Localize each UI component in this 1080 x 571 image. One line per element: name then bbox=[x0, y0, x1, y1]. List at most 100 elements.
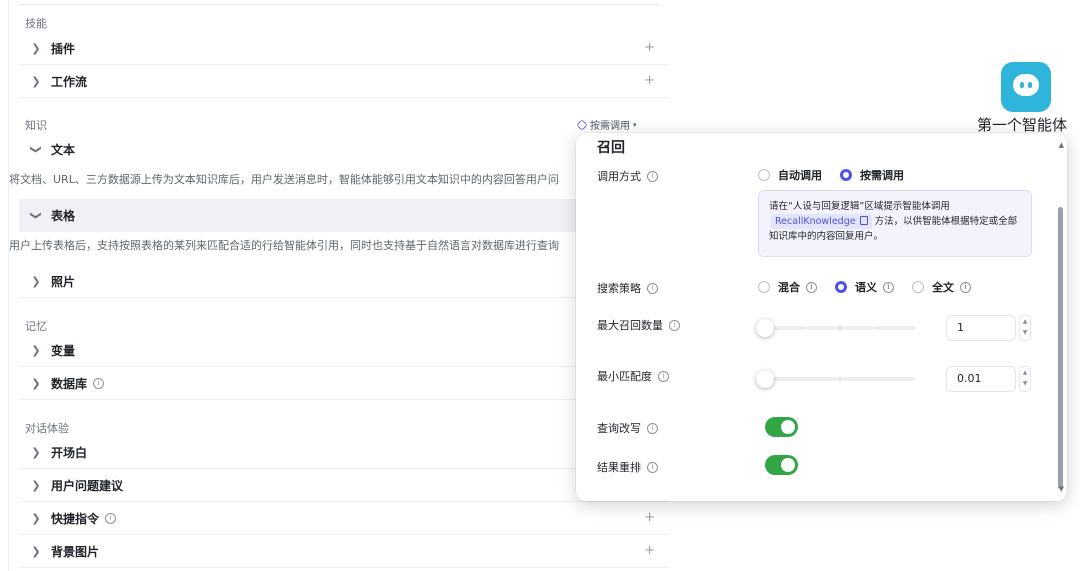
chevron-right-icon: ❯ bbox=[31, 445, 41, 459]
add-background-icon[interactable]: + bbox=[644, 544, 655, 557]
section-skills-label: 技能 bbox=[25, 17, 47, 30]
row-plugin-label: 插件 bbox=[51, 41, 76, 56]
row-suggest-label: 用户问题建议 bbox=[51, 478, 124, 493]
max-recall-label-text: 最大召回数量 bbox=[597, 319, 663, 332]
chevron-right-icon: ❯ bbox=[31, 74, 41, 88]
radio-semantic-label: 语义 bbox=[855, 281, 877, 294]
min-match-input[interactable]: 0.01 bbox=[946, 366, 1016, 392]
query-rewrite-label-text: 查询改写 bbox=[597, 422, 641, 435]
row-database[interactable]: ❯ 数据库 i bbox=[19, 367, 669, 400]
add-plugin-icon[interactable]: + bbox=[644, 41, 655, 54]
row-database-label: 数据库 bbox=[51, 376, 88, 391]
min-match-label: 最小匹配度 i bbox=[597, 368, 669, 384]
slider-handle[interactable] bbox=[756, 370, 774, 388]
radio-semantic[interactable]: 语义 i bbox=[835, 279, 894, 295]
max-recall-slider[interactable] bbox=[756, 319, 915, 337]
recall-settings-popup: 召回 调用方式 i 自动调用 按需调用 请在“人设与回复逻辑”区域提示智能体调用… bbox=[576, 133, 1067, 501]
call-mode-icon bbox=[576, 118, 588, 131]
info-icon[interactable]: i bbox=[647, 461, 658, 473]
popup-title: 召回 bbox=[597, 140, 625, 156]
info-icon[interactable]: i bbox=[883, 281, 894, 293]
chevron-right-icon: ❯ bbox=[31, 478, 41, 492]
scroll-down-icon[interactable]: ▼ bbox=[1059, 485, 1064, 493]
radio-hybrid[interactable]: 混合 i bbox=[758, 279, 817, 295]
copy-icon[interactable] bbox=[859, 216, 868, 225]
radio-fulltext[interactable]: 全文 i bbox=[912, 279, 971, 295]
query-rewrite-label: 查询改写 i bbox=[597, 420, 658, 436]
info-icon[interactable]: i bbox=[658, 370, 669, 382]
row-table[interactable]: ❯ 表格 bbox=[19, 199, 669, 232]
result-rerank-toggle[interactable] bbox=[765, 455, 798, 475]
info-icon[interactable]: i bbox=[647, 422, 658, 434]
section-knowledge-label: 知识 bbox=[25, 119, 47, 132]
max-recall-stepper[interactable]: ▲ ▼ bbox=[1019, 315, 1031, 341]
row-variable[interactable]: ❯ 变量 bbox=[19, 334, 669, 367]
caret-down-icon: ▾ bbox=[633, 120, 637, 129]
row-background-label: 背景图片 bbox=[51, 544, 100, 559]
info-icon[interactable]: i bbox=[647, 170, 658, 182]
chevron-right-icon: ❯ bbox=[31, 376, 41, 390]
info-icon[interactable]: i bbox=[647, 282, 658, 294]
info-icon[interactable]: i bbox=[669, 319, 680, 331]
radio-selected-icon bbox=[840, 169, 852, 181]
slider-handle[interactable] bbox=[756, 319, 774, 337]
slider-tick bbox=[839, 327, 841, 329]
add-workflow-icon[interactable]: + bbox=[644, 74, 655, 87]
call-mode-dropdown[interactable]: 按需调用 ▾ bbox=[576, 117, 637, 132]
radio-on-demand-label: 按需调用 bbox=[860, 169, 904, 182]
bot-avatar[interactable] bbox=[1001, 62, 1051, 112]
recall-code-text: RecallKnowledge bbox=[775, 216, 856, 227]
slider-tick bbox=[839, 378, 841, 380]
max-recall-input[interactable]: 1 bbox=[946, 315, 1016, 341]
row-shortcut[interactable]: ❯ 快捷指令 i + bbox=[19, 502, 669, 535]
result-rerank-label: 结果重排 i bbox=[597, 459, 658, 475]
search-strategy-label-text: 搜索策略 bbox=[597, 282, 641, 295]
result-rerank-label-text: 结果重排 bbox=[597, 461, 641, 474]
row-background[interactable]: ❯ 背景图片 + bbox=[19, 535, 669, 568]
scrollbar[interactable] bbox=[1058, 207, 1063, 489]
slider-tick bbox=[801, 327, 803, 329]
row-suggest[interactable]: ❯ 用户问题建议 bbox=[19, 469, 669, 502]
min-match-stepper[interactable]: ▲ ▼ bbox=[1019, 366, 1031, 392]
radio-on-demand[interactable]: 按需调用 bbox=[840, 167, 904, 183]
row-workflow-label: 工作流 bbox=[51, 74, 88, 89]
add-shortcut-icon[interactable]: + bbox=[644, 511, 655, 524]
row-opening[interactable]: ❯ 开场白 bbox=[19, 436, 669, 469]
info-icon[interactable]: i bbox=[960, 281, 971, 293]
text-description: 将文档、URL、三方数据源上传为文本知识库后，用户发送消息时，智能体能够引用文本… bbox=[9, 173, 559, 186]
row-plugin[interactable]: ❯ 插件 + bbox=[19, 32, 669, 65]
radio-icon bbox=[758, 169, 770, 181]
recall-code-chip[interactable]: RecallKnowledge bbox=[771, 214, 872, 229]
slider-tick bbox=[877, 327, 879, 329]
chevron-right-icon: ❯ bbox=[31, 41, 41, 55]
chevron-right-icon: ❯ bbox=[31, 544, 41, 558]
call-method-radio-group: 自动调用 按需调用 bbox=[758, 167, 922, 183]
chevron-down-icon: ❯ bbox=[29, 144, 43, 155]
radio-icon bbox=[912, 281, 924, 293]
recall-tip-box: 请在“人设与回复逻辑”区域提示智能体调用 RecallKnowledge 方法，… bbox=[758, 190, 1032, 257]
info-icon[interactable]: i bbox=[806, 281, 817, 293]
query-rewrite-toggle[interactable] bbox=[765, 417, 798, 437]
row-table-label: 表格 bbox=[51, 209, 76, 223]
search-strategy-label: 搜索策略 i bbox=[597, 280, 658, 296]
row-photo[interactable]: ❯ 照片 bbox=[19, 265, 669, 298]
info-icon[interactable]: i bbox=[93, 377, 105, 389]
bot-face-icon bbox=[1013, 74, 1039, 96]
min-match-slider[interactable] bbox=[756, 370, 915, 388]
tip-text-pre: 请在“人设与回复逻辑”区域提示智能体调用 bbox=[769, 201, 950, 212]
bot-name: 第一个智能体 bbox=[977, 116, 1068, 134]
call-method-label-text: 调用方式 bbox=[597, 170, 641, 183]
config-panel: 技能 ❯ 插件 + ❯ 工作流 + 知识 ❯ 文本 将文档、URL、三方数据源上… bbox=[8, 0, 669, 571]
section-memory-label: 记忆 bbox=[25, 320, 47, 333]
call-method-label: 调用方式 i bbox=[597, 168, 658, 184]
row-workflow[interactable]: ❯ 工作流 + bbox=[19, 65, 669, 98]
row-photo-label: 照片 bbox=[51, 274, 76, 289]
row-text[interactable]: ❯ 文本 bbox=[19, 133, 669, 166]
info-icon[interactable]: i bbox=[105, 512, 117, 524]
search-strategy-radio-group: 混合 i 语义 i 全文 i bbox=[758, 279, 989, 295]
radio-auto-call-label: 自动调用 bbox=[778, 169, 822, 182]
scroll-up-icon[interactable]: ▲ bbox=[1059, 141, 1064, 149]
chevron-right-icon: ❯ bbox=[31, 511, 41, 525]
chevron-right-icon: ❯ bbox=[31, 274, 41, 288]
radio-auto-call[interactable]: 自动调用 bbox=[758, 167, 822, 183]
